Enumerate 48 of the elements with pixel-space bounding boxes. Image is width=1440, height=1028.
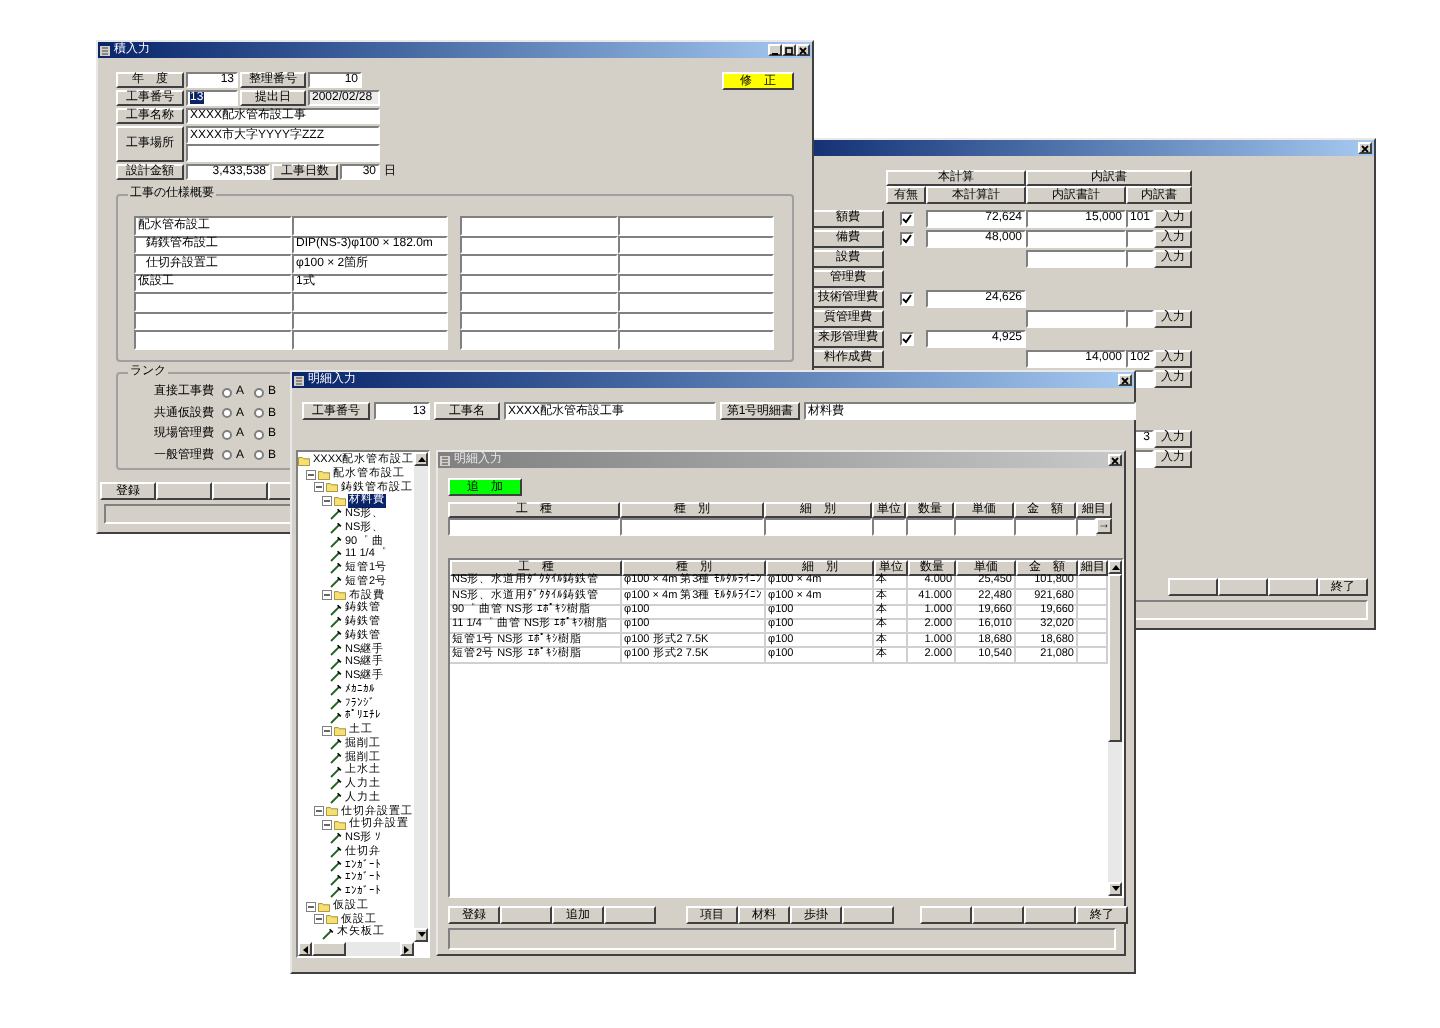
text-field[interactable]: [764, 518, 872, 536]
collapse-icon[interactable]: [322, 820, 332, 831]
collapse-icon[interactable]: [306, 469, 316, 480]
checkbox[interactable]: [899, 291, 913, 305]
scrollbar[interactable]: [298, 942, 414, 956]
collapse-icon[interactable]: [314, 914, 324, 925]
scroll-up-button[interactable]: [1108, 560, 1122, 574]
scroll-left-button[interactable]: [298, 942, 312, 956]
text-field[interactable]: [872, 518, 906, 536]
scroll-right-button[interactable]: [400, 942, 414, 956]
checkbox[interactable]: [899, 211, 913, 225]
text-field[interactable]: [186, 144, 380, 162]
checkbox[interactable]: [899, 231, 913, 245]
text-field[interactable]: [1126, 309, 1154, 327]
close-button[interactable]: [796, 44, 810, 56]
scroll-thumb[interactable]: [1108, 574, 1122, 742]
text-field[interactable]: [1126, 249, 1154, 267]
folder-icon: [334, 590, 346, 601]
text-field[interactable]: [1026, 229, 1126, 247]
scrollbar[interactable]: [414, 452, 428, 942]
collapse-icon[interactable]: [314, 482, 324, 493]
close-button[interactable]: [1358, 142, 1372, 154]
maximize-button[interactable]: [782, 44, 796, 56]
collapse-icon[interactable]: [322, 725, 332, 736]
text-field[interactable]: [1026, 249, 1126, 267]
text-field[interactable]: [954, 518, 1014, 536]
text-field[interactable]: [906, 518, 954, 536]
collapse-icon[interactable]: [306, 901, 316, 912]
text-field[interactable]: [620, 518, 764, 536]
collapse-icon[interactable]: [322, 496, 332, 507]
scroll-down-button[interactable]: [414, 928, 428, 942]
minimize-button[interactable]: [768, 44, 782, 56]
text-field[interactable]: [1126, 229, 1154, 247]
scroll-thumb[interactable]: [312, 942, 346, 956]
close-button[interactable]: [1108, 454, 1122, 466]
scroll-down-button[interactable]: [1108, 882, 1122, 896]
text-field[interactable]: [1014, 518, 1076, 536]
wrench-icon: [322, 927, 334, 940]
folder-icon: [334, 725, 346, 736]
collapse-icon[interactable]: [314, 806, 324, 817]
scrollbar[interactable]: [1108, 560, 1122, 896]
close-button[interactable]: [1118, 374, 1132, 386]
text-field[interactable]: [1026, 309, 1126, 327]
checkbox[interactable]: [899, 331, 913, 345]
text-field[interactable]: [1076, 518, 1096, 536]
collapse-icon[interactable]: [322, 590, 332, 601]
text-field[interactable]: [448, 518, 620, 536]
scroll-up-button[interactable]: [414, 452, 428, 466]
